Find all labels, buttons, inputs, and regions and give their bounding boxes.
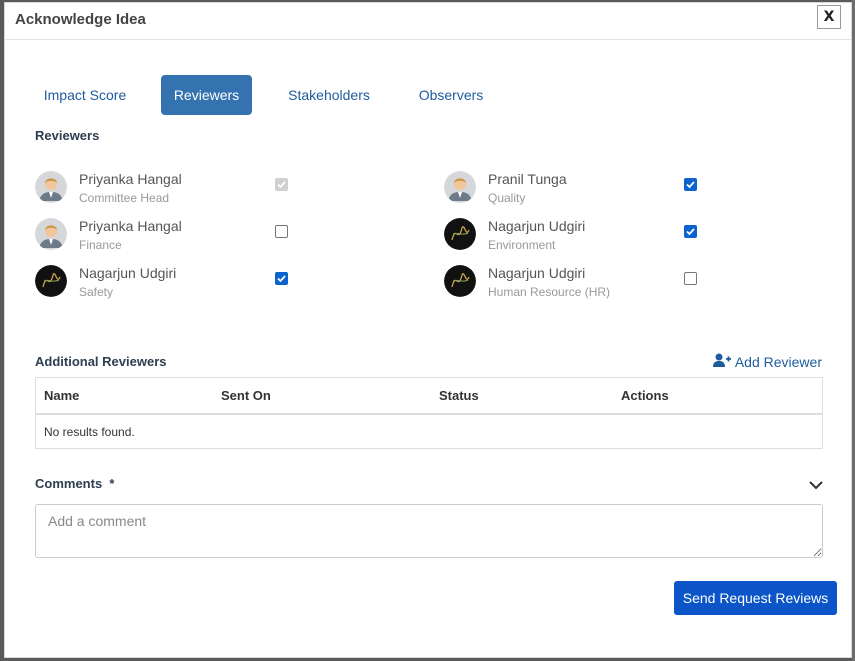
reviewer-checkbox[interactable] bbox=[684, 178, 697, 191]
required-asterisk: * bbox=[109, 476, 115, 491]
signature-avatar bbox=[444, 265, 476, 297]
reviewer-name: Nagarjun Udgiri bbox=[79, 265, 177, 281]
column-header-sent-on[interactable]: Sent On bbox=[221, 388, 271, 403]
reviewer-name: Nagarjun Udgiri bbox=[488, 265, 586, 281]
comments-label: Comments * bbox=[35, 476, 114, 491]
close-button[interactable]: X bbox=[817, 5, 841, 29]
reviewer-name: Priyanka Hangal bbox=[79, 218, 182, 234]
empty-table-message: No results found. bbox=[44, 425, 135, 439]
reviewers-heading: Reviewers bbox=[35, 128, 100, 143]
reviewer-name: Priyanka Hangal bbox=[79, 171, 182, 187]
acknowledge-idea-modal: Acknowledge Idea X Impact Score Reviewer… bbox=[4, 2, 852, 658]
reviewer-name: Pranil Tunga bbox=[488, 171, 567, 187]
tab-stakeholders[interactable]: Stakeholders bbox=[283, 75, 375, 115]
reviewer-role: Safety bbox=[79, 285, 114, 299]
send-request-reviews-button[interactable]: Send Request Reviews bbox=[674, 581, 837, 615]
reviewer-checkbox bbox=[275, 178, 288, 191]
avatar bbox=[35, 218, 67, 250]
reviewer-role: Human Resource (HR) bbox=[488, 285, 611, 299]
reviewer-checkbox[interactable] bbox=[275, 225, 288, 238]
modal-title: Acknowledge Idea bbox=[15, 11, 146, 28]
add-user-icon bbox=[712, 353, 731, 370]
column-header-name[interactable]: Name bbox=[44, 388, 79, 403]
avatar bbox=[444, 171, 476, 203]
column-header-status[interactable]: Status bbox=[439, 388, 479, 403]
comment-input[interactable] bbox=[35, 504, 823, 558]
comments-label-text: Comments bbox=[35, 476, 103, 491]
tab-reviewers[interactable]: Reviewers bbox=[161, 75, 252, 115]
chevron-down-icon[interactable] bbox=[809, 477, 823, 495]
reviewer-role: Environment bbox=[488, 238, 556, 252]
add-reviewer-button[interactable]: Add Reviewer bbox=[712, 353, 822, 370]
tab-observers[interactable]: Observers bbox=[415, 75, 487, 115]
reviewer-checkbox[interactable] bbox=[684, 225, 697, 238]
reviewer-name: Nagarjun Udgiri bbox=[488, 218, 586, 234]
signature-avatar bbox=[444, 218, 476, 250]
table-header: Name Sent On Status Actions bbox=[36, 378, 822, 415]
additional-reviewers-heading: Additional Reviewers bbox=[35, 354, 167, 369]
signature-avatar bbox=[35, 265, 67, 297]
reviewer-role: Finance bbox=[79, 238, 122, 252]
additional-reviewers-table: Name Sent On Status Actions No results f… bbox=[35, 377, 823, 449]
reviewer-checkbox[interactable] bbox=[684, 272, 697, 285]
avatar bbox=[35, 171, 67, 203]
modal-header: Acknowledge Idea X bbox=[5, 3, 851, 40]
reviewer-role: Quality bbox=[488, 191, 526, 205]
reviewer-checkbox[interactable] bbox=[275, 272, 288, 285]
tab-impact-score[interactable]: Impact Score bbox=[35, 75, 135, 115]
column-header-actions: Actions bbox=[621, 388, 669, 403]
reviewer-role: Committee Head bbox=[79, 191, 170, 205]
add-reviewer-label: Add Reviewer bbox=[734, 353, 822, 370]
